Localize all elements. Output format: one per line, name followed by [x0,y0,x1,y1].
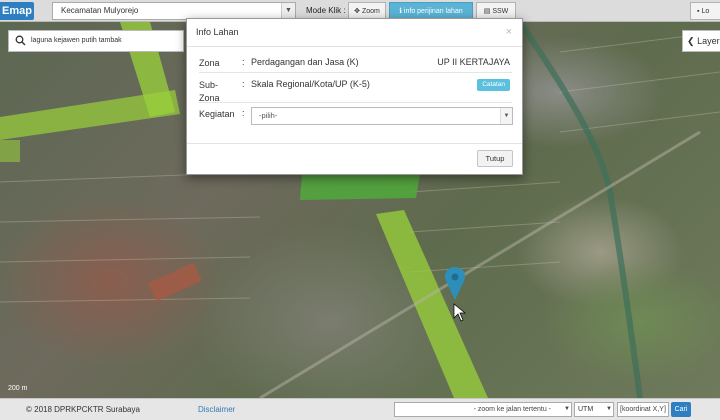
info-perijinan-label: info perijinan lahan [403,8,463,15]
map-pin-icon[interactable] [445,267,465,300]
kegiatan-colon: : [242,108,245,118]
zoom-street-value: - zoom ke jalan tertentu - [473,406,551,413]
subzona-value: Skala Regional/Kota/UP (K-5) [251,79,370,89]
layer-label: Layer [697,36,720,46]
modal-header: Info Lahan × [187,19,522,47]
chevron-down-icon: ▼ [500,108,512,124]
tutup-button[interactable]: Tutup [477,150,513,167]
chevron-down-icon: ▼ [606,406,612,412]
catatan-button[interactable]: Catatan [477,79,510,91]
zona-label: Zona [199,58,220,68]
ssw-icon: ▤ [483,8,491,15]
map-search-input[interactable]: laguna kejawen putih tambak [8,30,184,52]
ssw-label: SSW [492,8,509,15]
zona-value: Perdagangan dan Jasa (K) [251,57,359,67]
info-lahan-modal: Info Lahan × Zona : Perdagangan dan Jasa… [186,18,523,175]
chevron-left-icon: ❮ [687,36,695,46]
chevron-down-icon: ▼ [281,3,295,19]
kegiatan-label: Kegiatan [199,109,235,119]
login-button[interactable]: ▪ Lo [690,2,720,20]
info-icon: ℹ [399,8,402,15]
utm-select[interactable]: UTM ▼ [574,402,614,417]
mode-klik-label: Mode Klik : [306,6,346,15]
modal-title: Info Lahan [196,27,239,37]
kegiatan-row: Kegiatan : -pilih- ▼ [199,103,513,131]
layer-button[interactable]: ❮ Layer [682,30,720,52]
zoom-street-select[interactable]: - zoom ke jalan tertentu - ▼ [394,402,572,417]
crosshair-icon: ✥ [354,8,360,15]
login-label: Lo [701,8,710,15]
map-scale: 200 m [8,385,28,392]
modal-footer-divider [187,143,522,144]
subzona-colon: : [242,79,245,89]
zona-colon: : [242,57,245,67]
login-icon: ▪ [697,8,700,15]
utm-value: UTM [578,406,594,413]
footer-bar: © 2018 DPRKPCKTR Surabaya Disclaimer - z… [0,398,720,420]
copyright-text: © 2018 DPRKPCKTR Surabaya [26,405,140,414]
chevron-down-icon: ▼ [564,406,570,412]
map-search-value: laguna kejawen putih tambak [31,37,122,44]
zona-row: Zona : Perdagangan dan Jasa (K) UP II KE… [199,51,512,73]
disclaimer-link[interactable]: Disclaimer [198,405,235,414]
up-value: UP II KERTAJAYA [437,57,510,67]
coordinate-placeholder: [koordinat X,Y] [620,406,666,413]
kegiatan-select[interactable]: -pilih- ▼ [251,107,513,125]
search-icon [15,35,26,46]
subzona-label: Sub- Zona [199,80,220,103]
subzona-row: Sub- Zona : Skala Regional/Kota/UP (K-5)… [199,73,512,103]
close-icon[interactable]: × [506,26,512,38]
coordinate-input[interactable]: [koordinat X,Y] [617,402,669,417]
kegiatan-select-value: -pilih- [259,111,278,120]
app-logo[interactable]: Emap [0,2,34,20]
cari-button[interactable]: Cari [671,402,691,417]
kecamatan-select-value: Kecamatan Mulyorejo [61,6,139,15]
zoom-mode-label: Zoom [361,8,380,15]
